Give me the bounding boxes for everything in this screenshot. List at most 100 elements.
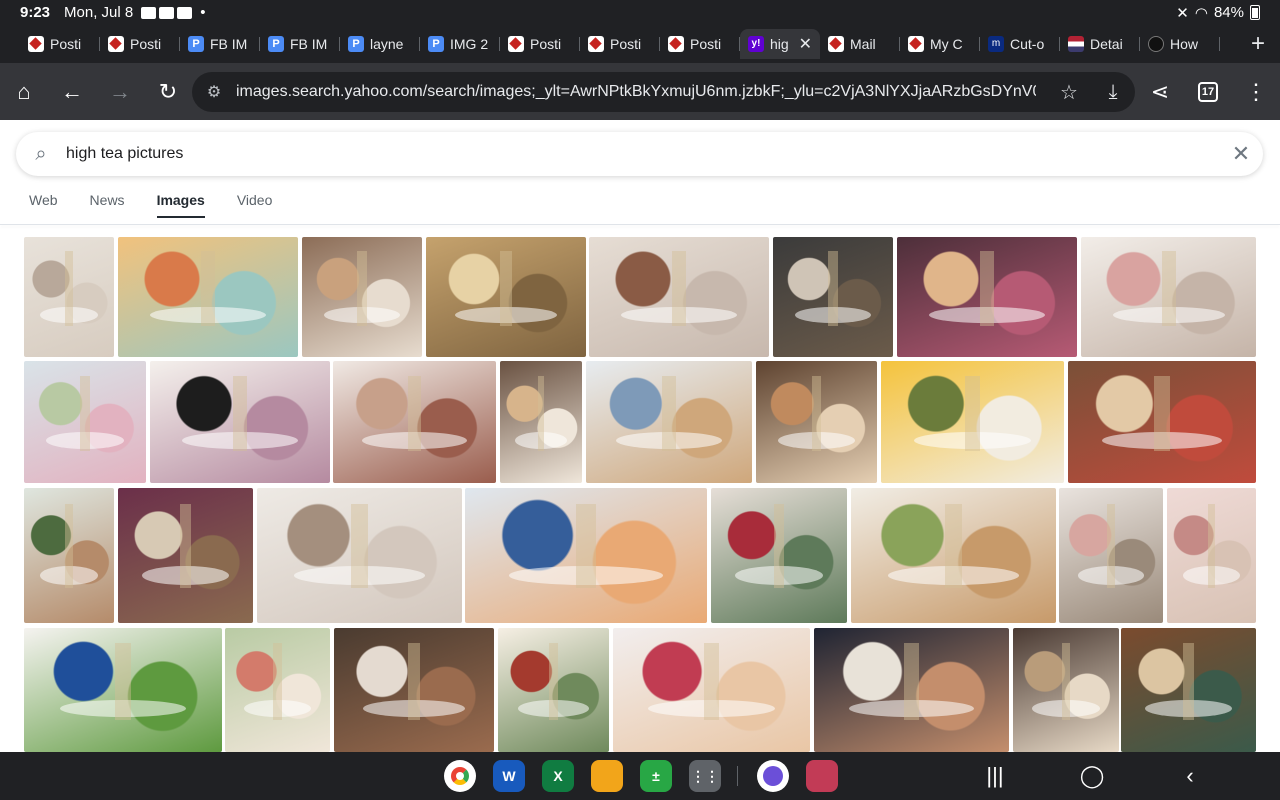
forward-icon[interactable]: → [96, 68, 144, 116]
image-result[interactable] [465, 488, 707, 623]
round-favicon-icon [1148, 36, 1164, 52]
tab-web[interactable]: Web [29, 192, 58, 218]
home-button[interactable]: ◯ [1072, 760, 1112, 792]
image-result[interactable] [814, 628, 1009, 752]
browser-tab[interactable]: Posti [20, 29, 100, 59]
browser-tab[interactable]: My C [900, 29, 980, 59]
gallery-icon [177, 6, 193, 19]
browser-tab[interactable]: Mail [820, 29, 900, 59]
tab-label: Posti [530, 36, 562, 52]
tab-video[interactable]: Video [237, 192, 273, 218]
image-result[interactable] [1013, 628, 1119, 752]
search-input[interactable]: high tea pictures [66, 145, 183, 163]
search-box[interactable]: ⌕ high tea pictures ✕ [16, 132, 1263, 176]
image-result[interactable] [24, 361, 146, 483]
image-result[interactable] [118, 237, 298, 357]
excel-app-icon[interactable]: X [542, 760, 574, 792]
image-result[interactable] [302, 237, 422, 357]
browser-tab[interactable]: Posti [580, 29, 660, 59]
image-result[interactable] [24, 237, 114, 357]
image-result[interactable] [711, 488, 847, 623]
pinned-app-icon[interactable] [806, 760, 838, 792]
image-result[interactable] [498, 628, 609, 752]
site-info-icon[interactable]: ⚙ [192, 82, 236, 102]
red-favicon-icon [108, 36, 124, 52]
back-button[interactable]: ‹ [1170, 760, 1210, 792]
clear-search-icon[interactable]: ✕ [1219, 141, 1263, 167]
tab-label: How [1170, 36, 1199, 52]
image-result[interactable] [24, 488, 114, 623]
flag-favicon-icon [1068, 36, 1084, 52]
home-icon[interactable]: ⌂ [0, 68, 48, 116]
image-result[interactable] [150, 361, 330, 483]
tab-active[interactable]: y! hig ✕ [740, 29, 820, 59]
search-icon[interactable]: ⌕ [16, 143, 66, 166]
address-bar[interactable]: ⚙ images.search.yahoo.com/search/images;… [192, 72, 1135, 112]
browser-tab[interactable]: P FB IM [180, 29, 260, 59]
browser-tab[interactable]: Playne [340, 29, 420, 59]
image-result[interactable] [586, 361, 752, 483]
youtube-icon [141, 6, 157, 19]
image-result[interactable] [225, 628, 330, 752]
tab-label: My C [930, 36, 963, 52]
recent-apps-button[interactable]: ||| [975, 760, 1015, 792]
app-drawer-icon[interactable]: ⋮⋮ [689, 760, 721, 792]
browser-tab[interactable]: P FB IM [260, 29, 340, 59]
image-result[interactable] [426, 237, 586, 357]
image-result[interactable] [897, 237, 1077, 357]
browser-tab[interactable]: Posti [500, 29, 580, 59]
image-result[interactable] [257, 488, 462, 623]
image-result[interactable] [613, 628, 810, 752]
image-result[interactable] [1068, 361, 1256, 483]
red-favicon-icon [668, 36, 684, 52]
back-icon[interactable]: ← [48, 68, 96, 116]
image-result[interactable] [756, 361, 877, 483]
image-result[interactable] [1121, 628, 1256, 752]
image-result[interactable] [1081, 237, 1256, 357]
system-nav-bar: W X ± ⋮⋮ ||| ◯ ‹ [0, 752, 1280, 800]
image-result[interactable] [118, 488, 253, 623]
battery-icon [1250, 5, 1260, 20]
yahoo-image-results: ⌕ high tea pictures ✕ Web News Images Vi… [0, 120, 1280, 752]
url-text[interactable]: images.search.yahoo.com/search/images;_y… [236, 83, 1036, 101]
browser-tab[interactable]: Posti [660, 29, 740, 59]
browser-tab[interactable]: m Cut-o [980, 29, 1060, 59]
browser-tab[interactable]: How [1140, 29, 1220, 59]
image-result[interactable] [500, 361, 582, 483]
image-result[interactable] [334, 628, 494, 752]
tab-images[interactable]: Images [156, 192, 205, 218]
image-result[interactable] [773, 237, 893, 357]
word-app-icon[interactable]: W [493, 760, 525, 792]
calculator-app-icon[interactable]: ± [640, 760, 672, 792]
files-app-icon[interactable] [591, 760, 623, 792]
bookmark-star-icon[interactable]: ☆ [1047, 80, 1091, 105]
red-favicon-icon [828, 36, 844, 52]
close-tab-icon[interactable]: ✕ [799, 34, 812, 54]
dock-divider [737, 766, 738, 786]
browser-tab[interactable]: P IMG 2 [420, 29, 500, 59]
image-result[interactable] [333, 361, 496, 483]
download-icon[interactable]: ⤓ [1091, 81, 1135, 104]
tab-label: Detai [1090, 36, 1123, 52]
image-result[interactable] [851, 488, 1056, 623]
menu-icon[interactable]: ⋮ [1232, 68, 1280, 116]
share-icon[interactable]: ⋖ [1136, 68, 1184, 116]
status-date: Mon, Jul 8 [64, 4, 134, 21]
samsung-internet-icon[interactable] [757, 760, 789, 792]
browser-tab[interactable]: Detai [1060, 29, 1140, 59]
image-result[interactable] [1059, 488, 1163, 623]
tab-count: 17 [1198, 81, 1218, 102]
image-result[interactable] [589, 237, 769, 357]
browser-tab[interactable]: Posti [100, 29, 180, 59]
tab-news[interactable]: News [90, 192, 125, 218]
red-favicon-icon [908, 36, 924, 52]
chrome-app-icon[interactable] [444, 760, 476, 792]
image-result[interactable] [881, 361, 1064, 483]
image-result[interactable] [24, 628, 222, 752]
image-result[interactable] [1167, 488, 1256, 623]
new-tab-button[interactable]: + [1236, 30, 1280, 58]
reload-icon[interactable]: ↻ [144, 68, 192, 116]
tab-switcher-button[interactable]: 17 [1184, 68, 1232, 116]
status-dot: • [200, 4, 206, 21]
tab-label: Posti [50, 36, 82, 52]
